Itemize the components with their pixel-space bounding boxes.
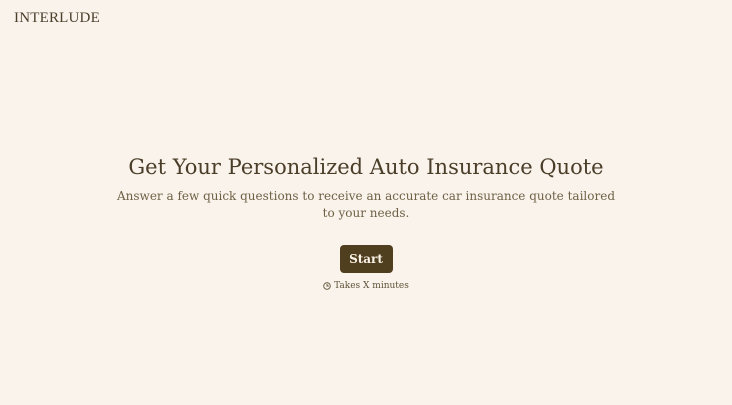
start-button[interactable]: Start — [339, 245, 393, 273]
landing-page: INTERLUDE Get Your Personalized Auto Ins… — [0, 0, 732, 405]
page-subtitle: Answer a few quick questions to receive … — [117, 189, 615, 220]
clock-icon — [323, 282, 331, 290]
page-title: Get Your Personalized Auto Insurance Quo… — [128, 155, 604, 179]
hero-section: Get Your Personalized Auto Insurance Quo… — [0, 152, 732, 292]
duration-info: Takes X minutes — [0, 280, 732, 292]
duration-text: Takes X minutes — [334, 281, 409, 291]
brand-logo[interactable]: INTERLUDE — [14, 10, 100, 27]
